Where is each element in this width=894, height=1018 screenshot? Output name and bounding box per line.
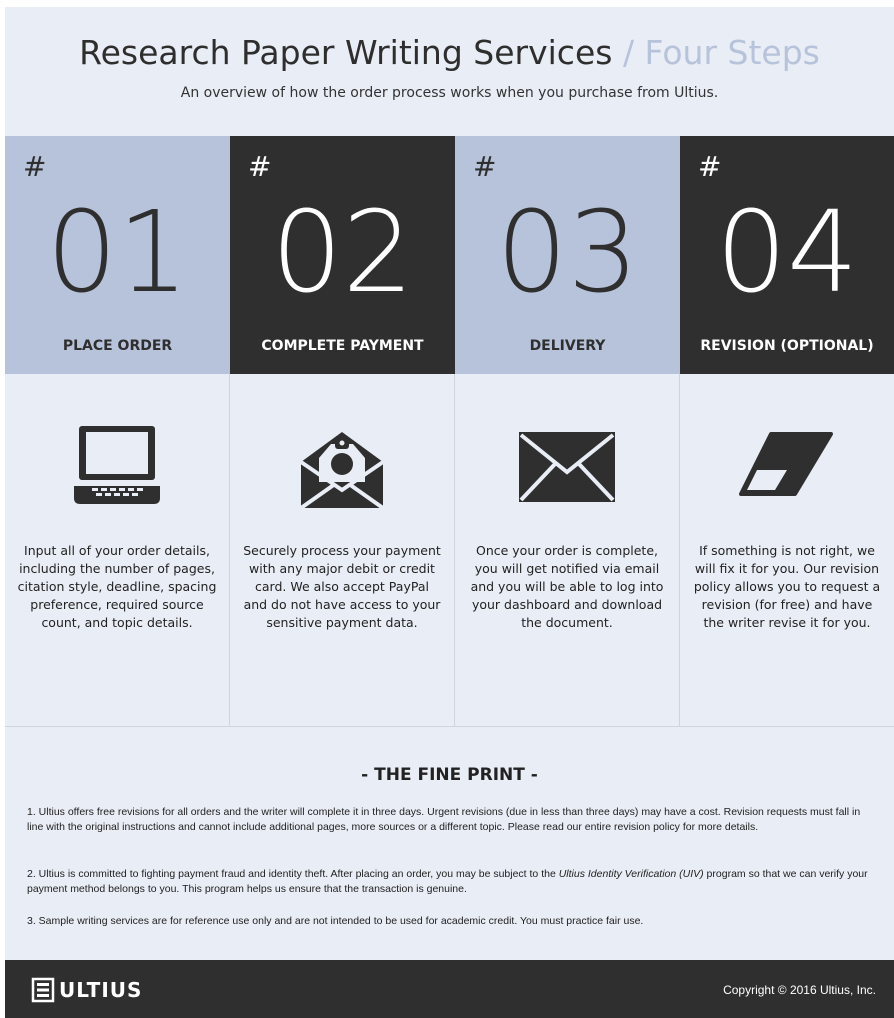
step-2-panel: # 02 COMPLETE PAYMENT bbox=[230, 136, 455, 374]
step-1-panel: # 01 PLACE ORDER bbox=[5, 136, 230, 374]
uiv-program-name: Ultius Identity Verification (UIV) bbox=[558, 868, 704, 880]
step-3-panel: # 03 DELIVERY bbox=[455, 136, 680, 374]
step-4-panel: # 04 REVISION (OPTIONAL) bbox=[680, 136, 894, 374]
payment-envelope-icon bbox=[230, 422, 454, 512]
step-4-detail: If something is not right, we will fix i… bbox=[680, 374, 894, 726]
eraser-icon bbox=[680, 422, 894, 512]
laptop-icon bbox=[5, 422, 229, 512]
step-description: Securely process your payment with any m… bbox=[243, 543, 441, 630]
fine-print-item-2-text: 2. Ultius is committed to fighting payme… bbox=[27, 868, 559, 880]
steps-row: # 01 PLACE ORDER # 02 COMPLETE PAYMENT #… bbox=[5, 136, 894, 374]
step-description: If something is not right, we will fix i… bbox=[693, 543, 881, 630]
title-accent: / Four Steps bbox=[622, 33, 820, 72]
logo-text: ULTIUS bbox=[59, 978, 143, 1002]
step-3-detail: Once your order is complete, you will ge… bbox=[455, 374, 680, 726]
footer: ULTIUS Copyright © 2016 Ultius, Inc. bbox=[5, 960, 894, 1018]
step-description: Input all of your order details, includi… bbox=[17, 543, 217, 630]
envelope-icon bbox=[455, 422, 679, 512]
logo-icon bbox=[31, 977, 55, 1003]
step-title: COMPLETE PAYMENT bbox=[261, 338, 424, 354]
step-title: PLACE ORDER bbox=[62, 338, 173, 354]
hash-symbol: # bbox=[473, 150, 497, 183]
fine-print-title: - THE FINE PRINT - bbox=[361, 765, 538, 785]
step-details-row: Input all of your order details, includi… bbox=[5, 374, 894, 726]
hash-symbol: # bbox=[698, 150, 722, 183]
fine-print-item-2: 2. Ultius is committed to fighting payme… bbox=[27, 867, 872, 897]
step-2-detail: Securely process your payment with any m… bbox=[230, 374, 455, 726]
hash-symbol: # bbox=[23, 150, 47, 183]
step-title: DELIVERY bbox=[529, 338, 606, 354]
page-title: Research Paper Writing Services / Four S… bbox=[5, 33, 894, 72]
step-title: REVISION (OPTIONAL) bbox=[700, 338, 874, 354]
step-number: 01 bbox=[46, 188, 189, 318]
fine-print-item-1: 1. Ultius offers free revisions for all … bbox=[27, 806, 861, 833]
page-subtitle: An overview of how the order process wor… bbox=[180, 85, 719, 101]
hash-symbol: # bbox=[248, 150, 272, 183]
step-number: 03 bbox=[496, 188, 639, 318]
fine-print-item-3: 3. Sample writing services are for refer… bbox=[27, 915, 644, 927]
step-1-detail: Input all of your order details, includi… bbox=[5, 374, 230, 726]
copyright-text: Copyright © 2016 Ultius, Inc. bbox=[723, 983, 876, 997]
step-number: 04 bbox=[715, 188, 859, 318]
title-main: Research Paper Writing Services bbox=[79, 33, 613, 72]
header: Research Paper Writing Services / Four S… bbox=[5, 7, 894, 135]
ultius-logo[interactable]: ULTIUS bbox=[31, 977, 142, 1003]
infographic: Research Paper Writing Services / Four S… bbox=[5, 7, 894, 1018]
step-number: 02 bbox=[271, 188, 414, 318]
step-description: Once your order is complete, you will ge… bbox=[470, 543, 664, 630]
fine-print-section: - THE FINE PRINT - 1. Ultius offers free… bbox=[5, 726, 894, 960]
